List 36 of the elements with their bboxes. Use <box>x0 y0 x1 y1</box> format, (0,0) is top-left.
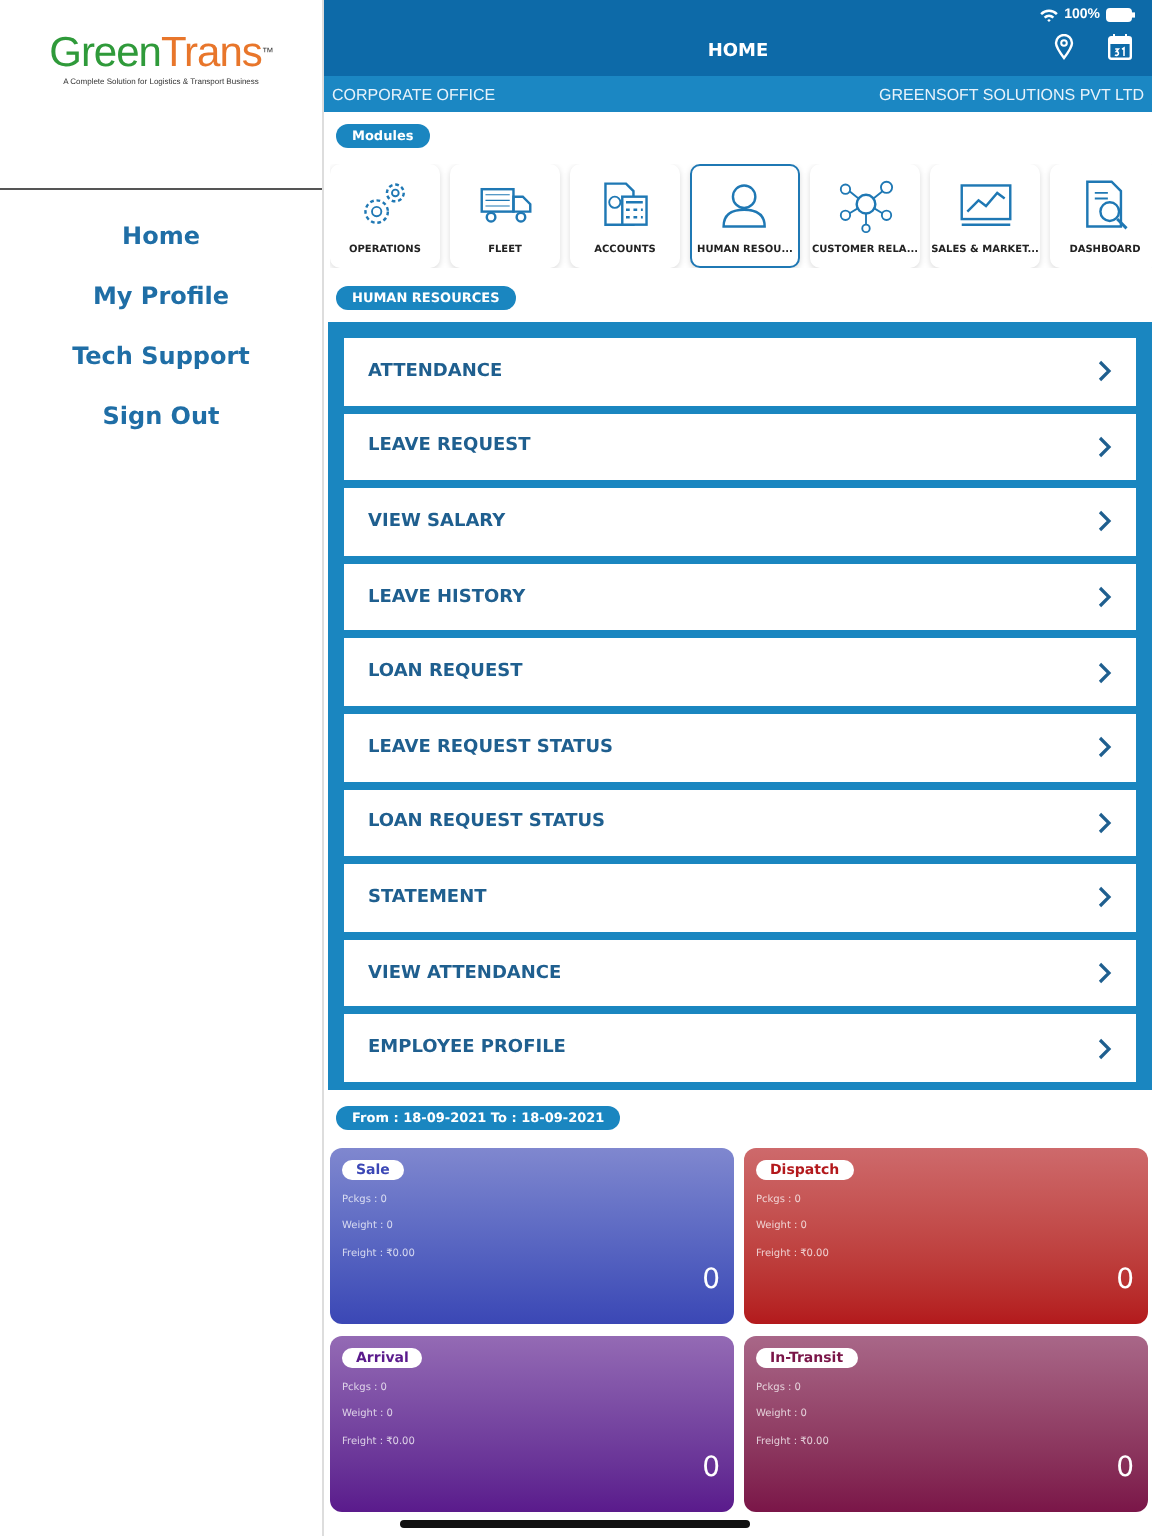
nav-link[interactable]: My Profile <box>92 278 230 314</box>
menu-row[interactable]: STATEMENT <box>344 864 1136 932</box>
wifi-icon <box>1040 7 1059 21</box>
menu-row[interactable]: ATTENDANCE <box>344 338 1136 406</box>
page-title: HOME <box>707 42 769 62</box>
chevron-right-icon <box>1098 736 1112 759</box>
menu-row[interactable]: LOAN REQUEST <box>344 638 1136 706</box>
chevron-right-icon <box>1098 360 1112 383</box>
menu-row[interactable]: VIEW ATTENDANCE <box>344 939 1136 1007</box>
menu-row[interactable]: EMPLOYEE PROFILE <box>344 1014 1136 1082</box>
card-count: 0 <box>702 1263 720 1296</box>
chevron-right-icon <box>1098 661 1112 684</box>
location-pin-icon[interactable] <box>1054 34 1074 60</box>
menu-row[interactable]: VIEW SALARY <box>344 488 1136 556</box>
company-name: GREENSOFT SOLUTIONS PVT LTD <box>879 85 1144 103</box>
chevron-right-icon <box>1098 1037 1112 1060</box>
menu-row[interactable]: LEAVE HISTORY <box>344 563 1136 631</box>
nav-link[interactable]: Tech Support <box>72 338 250 374</box>
chevron-right-icon <box>1098 586 1112 609</box>
chevron-right-icon <box>1098 886 1112 909</box>
chevron-right-icon <box>1098 811 1112 834</box>
card-count: 0 <box>1116 1451 1134 1484</box>
calendar-icon[interactable] <box>1108 34 1132 60</box>
module-icon <box>837 178 893 234</box>
menu-row[interactable]: LEAVE REQUEST STATUS <box>344 713 1136 782</box>
chevron-right-icon <box>1098 435 1112 458</box>
battery-icon <box>1106 7 1136 21</box>
nav-link[interactable]: Home <box>122 218 200 254</box>
chevron-right-icon <box>1098 510 1112 533</box>
card-count: 0 <box>702 1451 720 1484</box>
card-count: 0 <box>1116 1263 1134 1296</box>
nav-link[interactable]: Sign Out <box>102 398 220 434</box>
branch-name: CORPORATE OFFICE <box>332 85 496 103</box>
menu-row[interactable]: LEAVE REQUEST <box>344 413 1136 481</box>
chevron-right-icon <box>1098 962 1112 985</box>
menu-row[interactable]: LOAN REQUEST STATUS <box>344 789 1136 857</box>
